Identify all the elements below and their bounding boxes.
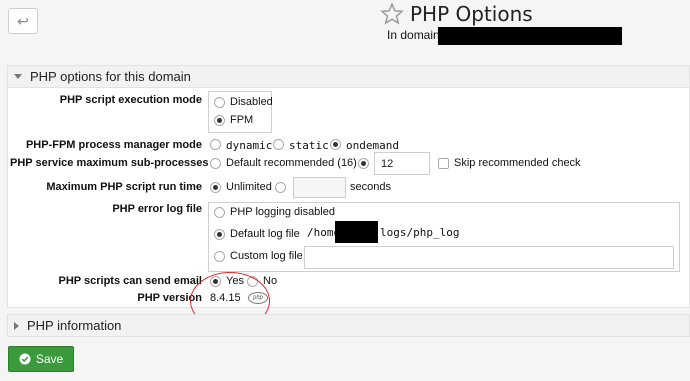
version-label: PHP version — [137, 292, 202, 304]
email-label: PHP scripts can send email — [58, 275, 202, 287]
radio-disabled[interactable] — [214, 97, 225, 108]
info-heading: PHP information — [27, 318, 122, 333]
back-button[interactable]: ↩ — [8, 8, 38, 34]
option-unlimited: Unlimited — [226, 181, 272, 193]
radio-unlimited[interactable] — [210, 182, 221, 193]
collapse-triangle-icon — [14, 74, 22, 79]
radio-default-recommended[interactable] — [210, 158, 221, 169]
panel-header[interactable]: PHP options for this domain — [8, 66, 689, 88]
radio-static[interactable] — [273, 139, 284, 150]
top-bar: ↩ PHP Options In domain — [0, 0, 690, 50]
option-fpm: FPM — [230, 114, 254, 126]
custom-log-input[interactable] — [304, 246, 674, 269]
log-path-suffix: logs/php_log — [380, 226, 460, 239]
radio-logging-disabled[interactable] — [214, 207, 225, 218]
page-title: PHP Options — [410, 2, 533, 26]
option-custom-log: Custom log file — [230, 250, 303, 262]
radio-ondemand[interactable] — [330, 139, 341, 150]
php-information-panel[interactable]: PHP information — [7, 314, 690, 337]
radio-custom-subprocesses[interactable] — [358, 158, 369, 169]
save-label: Save — [35, 352, 64, 366]
radio-custom-log[interactable] — [214, 251, 225, 262]
option-static: static — [289, 139, 329, 152]
panel-heading: PHP options for this domain — [30, 69, 191, 84]
option-ondemand: ondemand — [346, 139, 399, 152]
runtime-input[interactable] — [293, 177, 346, 198]
radio-runtime-custom[interactable] — [275, 182, 286, 193]
radio-fpm[interactable] — [214, 115, 225, 126]
expand-triangle-icon — [14, 321, 19, 330]
redacted-domain — [438, 27, 622, 45]
radio-default-log[interactable] — [214, 229, 225, 240]
option-email-no: No — [263, 275, 278, 287]
domain-label: In domain — [387, 28, 440, 42]
option-dynamic: dynamic — [226, 139, 273, 152]
skip-check-label: Skip recommended check — [454, 157, 581, 169]
option-disabled: Disabled — [230, 96, 273, 108]
check-circle-icon — [19, 353, 31, 365]
runtime-unit: seconds — [350, 181, 391, 193]
radio-dynamic[interactable] — [210, 139, 221, 150]
save-button[interactable]: Save — [8, 346, 74, 372]
redacted-username — [335, 221, 378, 243]
exec-mode-label: PHP script execution mode — [59, 94, 202, 106]
skip-check-checkbox[interactable] — [438, 158, 449, 169]
option-default-recommended: Default recommended (16) — [226, 157, 357, 169]
subprocesses-input[interactable]: 12 — [374, 152, 430, 175]
arrow-left-icon: ↩ — [17, 12, 29, 29]
option-default-log: Default log file — [230, 228, 300, 240]
runtime-label: Maximum PHP script run time — [46, 181, 202, 193]
subprocesses-label: PHP service maximum sub-processes — [10, 157, 209, 169]
star-outline-icon[interactable] — [380, 2, 404, 26]
fpm-mode-label: PHP-FPM process manager mode — [25, 139, 202, 151]
errorlog-label: PHP error log file — [112, 203, 202, 215]
option-logging-disabled: PHP logging disabled — [230, 206, 335, 218]
